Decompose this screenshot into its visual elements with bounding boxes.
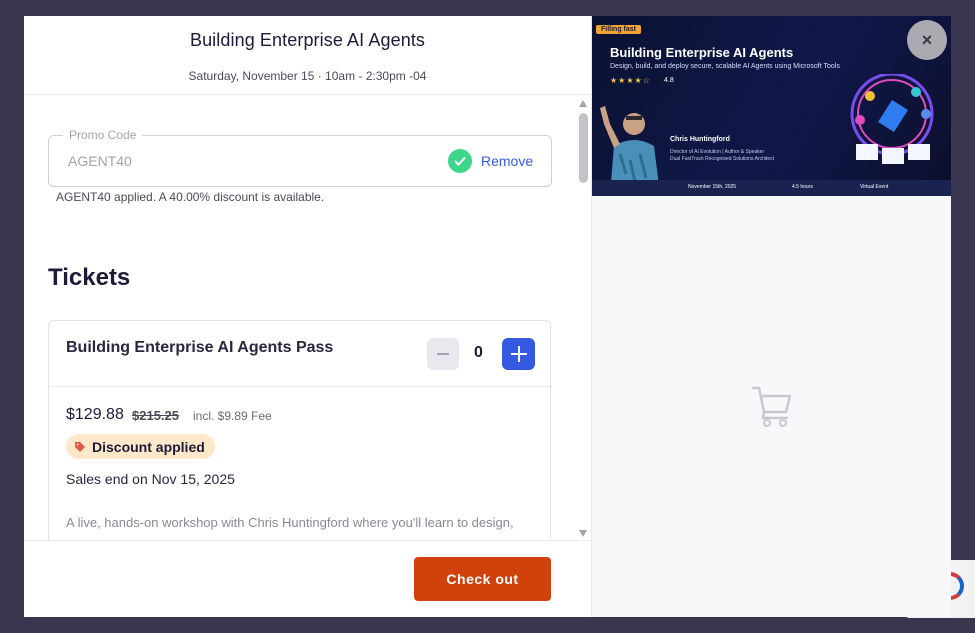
rating-stars-icon: ★★★★☆ xyxy=(610,76,651,85)
ticket-price: $129.88 xyxy=(66,406,124,423)
ticket-quantity: 0 xyxy=(474,344,483,361)
filling-fast-badge: Filling fast xyxy=(596,25,641,34)
event-banner: Filling fast Building Enterprise AI Agen… xyxy=(592,16,951,196)
banner-speaker-role-line-1: Director of AI Evolution | Author & Spea… xyxy=(670,149,765,155)
speaker-photo xyxy=(600,106,660,194)
check-icon xyxy=(448,149,472,173)
tickets-heading: Tickets xyxy=(48,264,131,291)
event-date: Saturday, November 15 · 10am - 2:30pm -0… xyxy=(188,69,427,83)
ticket-card-header: Building Enterprise AI Agents Pass 0 xyxy=(49,321,550,387)
banner-date: November 15th, 2025 xyxy=(688,184,737,190)
scrollbar-thumb[interactable] xyxy=(579,113,588,183)
banner-speaker-role: Director of AI Evolution | Author & Spea… xyxy=(670,149,774,163)
banner-format: Virtual Event xyxy=(860,184,889,190)
decrease-quantity-button[interactable] xyxy=(427,338,459,370)
ticket-card: Building Enterprise AI Agents Pass 0 $12… xyxy=(48,320,551,540)
ticket-fee: incl. $9.89 Fee xyxy=(193,409,272,423)
event-title: Building Enterprise AI Agents xyxy=(189,30,426,50)
ai-agents-artwork xyxy=(850,74,934,164)
remove-promo-link[interactable]: Remove xyxy=(481,153,533,169)
increase-quantity-button[interactable] xyxy=(502,338,535,370)
modal-footer: Check out xyxy=(24,540,591,617)
promo-code-label: Promo Code xyxy=(63,128,143,142)
banner-info-bar: November 15th, 2025 4.5 hours Virtual Ev… xyxy=(592,180,951,196)
checkout-modal: Building Enterprise AI Agents Saturday, … xyxy=(24,16,951,617)
discount-badge: Discount applied xyxy=(66,434,215,459)
banner-speaker: Chris Huntingford xyxy=(670,136,730,143)
promo-code-field[interactable]: Promo Code AGENT40 Remove xyxy=(48,128,552,187)
banner-speaker-role-line-2: Dual FastTrack Recognised Solutions Arch… xyxy=(670,156,775,162)
promo-code-input[interactable]: AGENT40 xyxy=(68,153,132,169)
banner-title: Building Enterprise AI Agents xyxy=(610,45,794,60)
plus-icon xyxy=(510,346,527,362)
order-summary-panel: Filling fast Building Enterprise AI Agen… xyxy=(591,16,951,617)
discount-badge-label: Discount applied xyxy=(92,438,205,455)
cart-icon xyxy=(752,386,792,427)
modal-header: Building Enterprise AI Agents Saturday, … xyxy=(24,16,591,95)
ticket-scroll-area[interactable]: Promo Code AGENT40 Remove AGENT40 applie… xyxy=(24,96,591,540)
ticket-panel: Building Enterprise AI Agents Saturday, … xyxy=(24,16,591,617)
tag-icon xyxy=(75,441,85,452)
banner-duration: 4.5 hours xyxy=(792,184,813,190)
ticket-original-price: $215.25 xyxy=(132,408,179,423)
checkout-button[interactable]: Check out xyxy=(414,557,551,601)
ticket-name: Building Enterprise AI Agents Pass xyxy=(66,339,334,356)
close-icon[interactable]: × xyxy=(907,20,947,60)
scroll-down-icon[interactable] xyxy=(579,530,587,537)
banner-subtitle: Design, build, and deploy secure, scalab… xyxy=(610,63,840,70)
scroll-up-icon[interactable] xyxy=(579,100,587,107)
minus-icon xyxy=(437,353,449,355)
ticket-description: A live, hands-on workshop with Chris Hun… xyxy=(66,515,514,540)
scrollbar[interactable] xyxy=(576,96,591,540)
banner-rating: 4.8 xyxy=(664,77,674,84)
promo-message: AGENT40 applied. A 40.00% discount is av… xyxy=(56,190,325,204)
sales-end: Sales end on Nov 15, 2025 xyxy=(66,471,235,487)
